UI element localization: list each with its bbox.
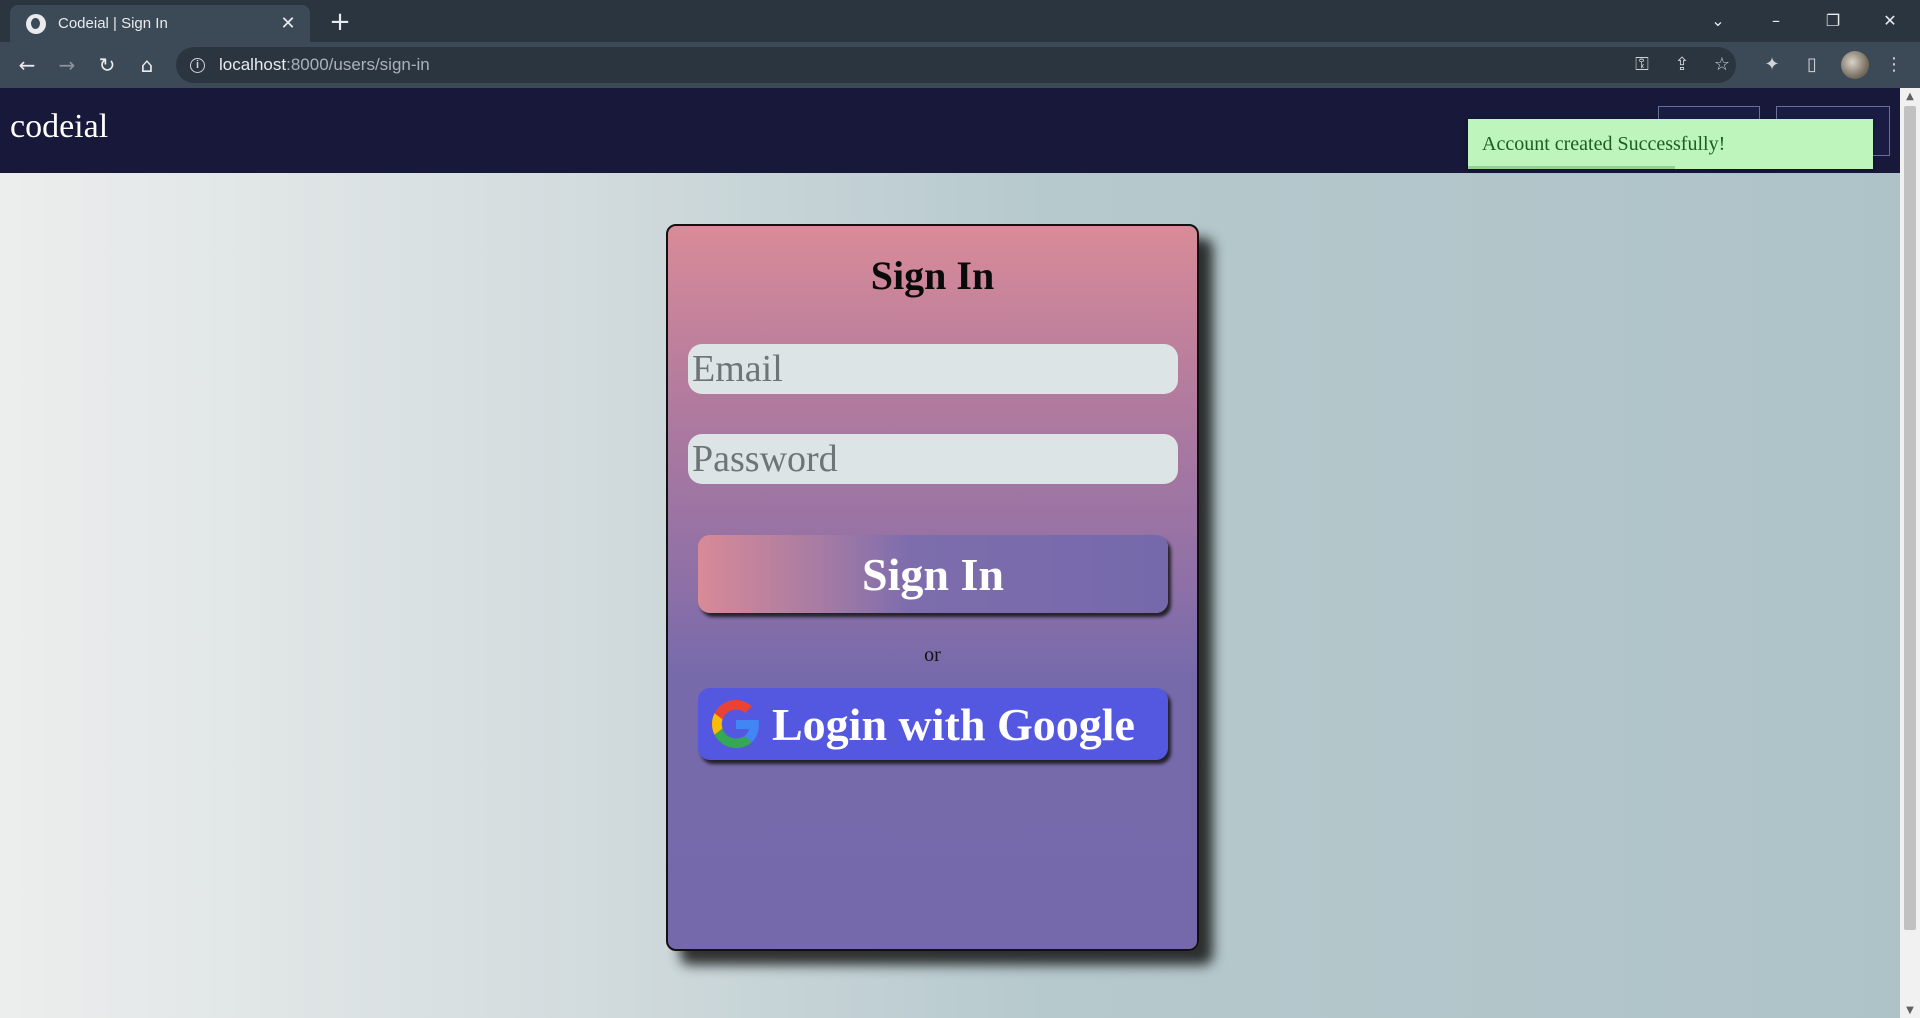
side-panel-icon[interactable]: ▯ (1798, 50, 1826, 78)
email-input[interactable] (688, 344, 1178, 394)
url-host: localhost (219, 55, 287, 74)
minimize-icon[interactable]: – (1754, 6, 1798, 34)
url-path: :8000/users/sign-in (286, 55, 430, 74)
sign-in-card: Sign In Sign In or Login with Google (666, 224, 1199, 951)
profile-avatar[interactable] (1841, 51, 1869, 79)
back-icon[interactable]: ← (12, 50, 42, 80)
site-header: codeial In Up Account created Successful… (0, 88, 1900, 173)
home-icon[interactable]: ⌂ (132, 50, 162, 80)
share-icon[interactable]: ⇪ (1668, 50, 1696, 78)
google-login-label: Login with Google (772, 698, 1135, 750)
flash-notification[interactable]: Account created Successfully! (1468, 119, 1873, 169)
browser-menu-icon[interactable]: ⋮ (1880, 50, 1908, 78)
reload-icon[interactable]: ↻ (92, 50, 122, 80)
browser-toolbar: ← → ↻ ⌂ i localhost:8000/users/sign-in ⚿… (0, 42, 1920, 88)
extensions-icon[interactable]: ✦ (1758, 50, 1786, 78)
sign-in-title: Sign In (870, 253, 995, 298)
page-scrollbar[interactable]: ▲ ▼ (1900, 88, 1920, 1018)
info-icon[interactable]: i (190, 57, 205, 73)
flash-message: Account created Successfully! (1482, 132, 1726, 155)
sign-in-button[interactable]: Sign In (698, 535, 1168, 613)
key-icon[interactable]: ⚿ (1628, 50, 1656, 78)
scroll-up-icon[interactable]: ▲ (1900, 88, 1920, 104)
tab-title: Codeial | Sign In (58, 15, 168, 32)
flash-progress-bar (1468, 166, 1675, 169)
address-bar[interactable]: i localhost:8000/users/sign-in (176, 47, 1736, 83)
site-logo[interactable]: codeial (10, 108, 108, 146)
google-g-icon (712, 700, 759, 748)
page-viewport: codeial In Up Account created Successful… (0, 88, 1900, 1018)
bookmark-star-icon[interactable]: ☆ (1708, 50, 1736, 78)
or-divider-text: or (924, 644, 941, 666)
browser-tab[interactable]: Codeial | Sign In ✕ (10, 5, 310, 42)
scrollbar-thumb[interactable] (1904, 106, 1916, 930)
password-input[interactable] (688, 434, 1178, 484)
browser-tab-bar: Codeial | Sign In ✕ + ⌄ – ❐ ✕ (0, 0, 1920, 42)
scroll-down-icon[interactable]: ▼ (1900, 1002, 1920, 1018)
forward-icon[interactable]: → (52, 50, 82, 80)
tab-search-icon[interactable]: ⌄ (1696, 6, 1740, 34)
globe-icon (26, 13, 46, 34)
google-login-button[interactable]: Login with Google (698, 688, 1168, 760)
window-close-icon[interactable]: ✕ (1868, 6, 1912, 34)
close-tab-icon[interactable]: ✕ (278, 13, 298, 34)
new-tab-button[interactable]: + (326, 7, 354, 37)
restore-icon[interactable]: ❐ (1811, 6, 1855, 34)
